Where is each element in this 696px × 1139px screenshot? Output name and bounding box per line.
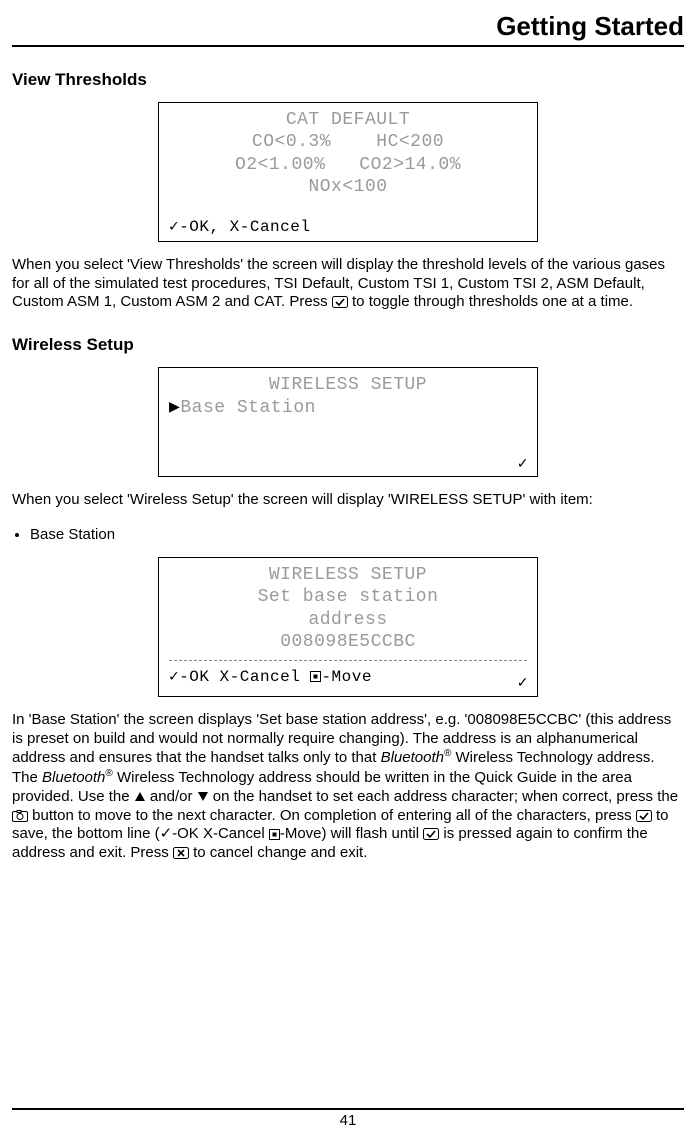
text: on the handset to set each address chara… — [209, 788, 678, 805]
lcd-wireless-main: WIRELESS SETUP ▶Base Station ✓ — [158, 367, 538, 477]
para-wireless-intro: When you select 'Wireless Setup' the scr… — [12, 491, 684, 510]
para-base-station: In 'Base Station' the screen displays 'S… — [12, 711, 684, 863]
arrow-down-icon — [197, 791, 209, 802]
lcd-row-1: CO<0.3% HC<200 — [169, 131, 527, 154]
lcd-row-3: NOx<100 — [169, 176, 527, 199]
heading-view-thresholds: View Thresholds — [12, 69, 684, 90]
lcd-line-1: Set base station — [169, 586, 527, 609]
footer-rule — [12, 1108, 684, 1110]
stop-key-icon — [269, 829, 280, 840]
bluetooth-word: Bluetooth — [381, 749, 444, 766]
text: and/or — [146, 788, 197, 805]
lcd-footer: ✓-OK X-Cancel -Move — [169, 667, 527, 687]
bluetooth-word: Bluetooth — [42, 769, 105, 786]
text: -Move) will flash until — [280, 825, 423, 842]
lcd-hc: HC<200 — [376, 132, 444, 152]
lcd-title: WIRELESS SETUP — [169, 374, 527, 397]
list-item: Base Station — [30, 526, 684, 545]
lcd-row-2: O2<1.00% CO2>14.0% — [169, 154, 527, 177]
registered-mark: ® — [105, 768, 112, 779]
lcd-title: CAT DEFAULT — [169, 109, 527, 132]
lcd-address: 008098E5CCBC — [169, 631, 527, 654]
stop-key-icon — [310, 671, 321, 682]
para-view-thresholds: When you select 'View Thresholds' the sc… — [12, 256, 684, 312]
check-icon: ✓ — [517, 674, 529, 692]
text: to cancel change and exit. — [189, 844, 367, 861]
lcd-item-label: Base Station — [180, 398, 316, 418]
lcd-co2: CO2>14.0% — [359, 155, 461, 175]
lcd-o2: O2<1.00% — [235, 155, 325, 175]
chapter-title: Getting Started — [12, 10, 684, 43]
text: ✓-OK X-Cancel — [169, 668, 310, 686]
heading-wireless-setup: Wireless Setup — [12, 334, 684, 355]
lcd-menu-item: ▶Base Station — [169, 397, 527, 420]
page-number: 41 — [12, 1112, 684, 1131]
text: to toggle through thresholds one at a ti… — [348, 293, 633, 310]
text: button to move to the next character. On… — [28, 807, 636, 824]
text: -Move — [321, 668, 372, 686]
triangle-right-icon: ▶ — [169, 398, 180, 418]
lcd-base-station: WIRELESS SETUP Set base station address … — [158, 557, 538, 697]
header-rule — [12, 45, 684, 47]
lcd-co: CO<0.3% — [252, 132, 331, 152]
arrow-up-icon — [134, 791, 146, 802]
check-key-icon — [423, 828, 439, 840]
x-key-icon — [173, 847, 189, 859]
check-key-icon — [636, 810, 652, 822]
camera-key-icon — [12, 810, 28, 822]
lcd-divider — [169, 660, 527, 661]
lcd-line-2: address — [169, 609, 527, 632]
check-key-icon — [332, 296, 348, 308]
bullet-list: Base Station — [12, 524, 684, 547]
check-icon: ✓ — [517, 455, 529, 473]
lcd-footer: ✓-OK, X-Cancel — [169, 217, 527, 237]
lcd-title: WIRELESS SETUP — [169, 564, 527, 587]
lcd-view-thresholds: CAT DEFAULT CO<0.3% HC<200 O2<1.00% CO2>… — [158, 102, 538, 242]
